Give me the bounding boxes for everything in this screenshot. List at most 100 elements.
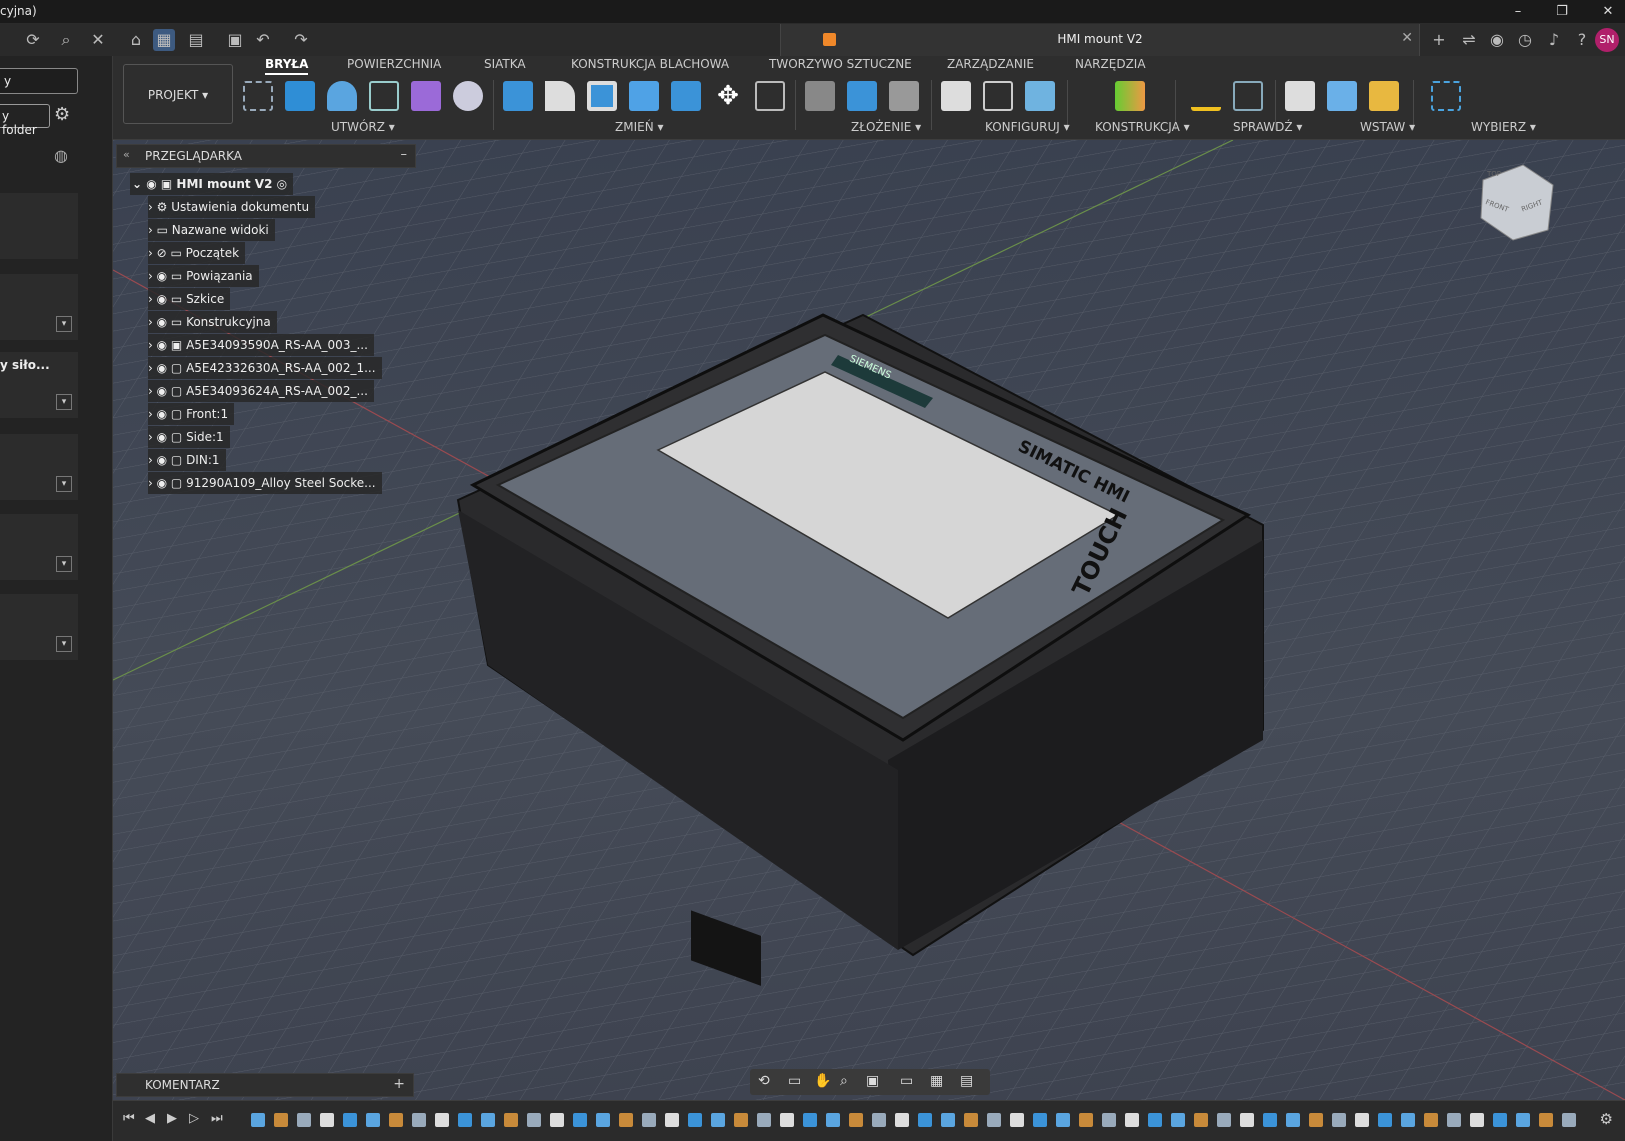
timeline-feature-icon[interactable] — [964, 1113, 978, 1127]
revolve-icon[interactable] — [327, 81, 357, 111]
timeline-back-icon[interactable]: ◀ — [145, 1111, 155, 1126]
timeline-feature-icon[interactable] — [711, 1113, 725, 1127]
timeline-feature-icon[interactable] — [1010, 1113, 1024, 1127]
group-select[interactable]: WYBIERZ ▾ — [1471, 120, 1536, 134]
create-form-icon[interactable] — [411, 81, 441, 111]
timeline-play-icon[interactable]: ▶ — [167, 1111, 177, 1126]
timeline-feature-icon[interactable] — [1079, 1113, 1093, 1127]
timeline-feature-icon[interactable] — [1148, 1113, 1162, 1127]
timeline-feature-icon[interactable] — [1217, 1113, 1231, 1127]
group-assemble[interactable]: ZŁOŻENIE ▾ — [851, 120, 921, 134]
close-icon[interactable]: ✕ — [1598, 2, 1618, 22]
undo-icon[interactable]: ↶ — [252, 29, 274, 51]
bell-icon[interactable]: ♪ — [1543, 29, 1565, 51]
viewcube-top[interactable]: TOP — [1487, 170, 1501, 178]
timeline-feature-icon[interactable] — [1378, 1113, 1392, 1127]
restore-icon[interactable]: ❐ — [1552, 2, 1572, 22]
timeline-feature-icon[interactable] — [941, 1113, 955, 1127]
timeline-feature-icon[interactable] — [320, 1113, 334, 1127]
dropdown-icon[interactable]: ▾ — [56, 394, 72, 410]
measure-icon[interactable] — [1191, 81, 1221, 111]
clock-icon[interactable]: ◷ — [1514, 29, 1536, 51]
new-component-icon[interactable] — [805, 81, 835, 111]
timeline-feature-icon[interactable] — [826, 1113, 840, 1127]
look-at-icon[interactable]: ▭ — [788, 1073, 801, 1089]
close-tab-icon[interactable]: ✕ — [1401, 30, 1413, 46]
timeline-feature-icon[interactable] — [780, 1113, 794, 1127]
timeline-feature-icon[interactable] — [458, 1113, 472, 1127]
group-create[interactable]: UTWÓRZ ▾ — [331, 120, 395, 134]
group-insert[interactable]: WSTAW ▾ — [1360, 120, 1415, 134]
timeline-feature-icon[interactable] — [1171, 1113, 1185, 1127]
browser-item-component[interactable]: › ◉ ▢ DIN:1 — [148, 449, 226, 471]
timeline-feature-icon[interactable] — [251, 1113, 265, 1127]
group-modify[interactable]: ZMIEŃ ▾ — [615, 120, 664, 134]
align-icon[interactable] — [755, 81, 785, 111]
minimize-icon[interactable]: – — [1508, 2, 1528, 22]
group-configure[interactable]: KONFIGURUJ ▾ — [985, 120, 1070, 134]
timeline-feature-icon[interactable] — [1562, 1113, 1576, 1127]
timeline-feature-icon[interactable] — [1470, 1113, 1484, 1127]
timeline-feature-icon[interactable] — [1056, 1113, 1070, 1127]
extrude-icon[interactable] — [285, 81, 315, 111]
timeline-feature-icon[interactable] — [297, 1113, 311, 1127]
move-icon[interactable]: ✥ — [713, 81, 743, 111]
timeline-feature-icon[interactable] — [803, 1113, 817, 1127]
timeline-feature-icon[interactable] — [849, 1113, 863, 1127]
timeline-feature-icon[interactable] — [435, 1113, 449, 1127]
timeline-feature-icon[interactable] — [504, 1113, 518, 1127]
grid-icon[interactable]: ▦ — [153, 29, 175, 51]
project-card[interactable]: ▾ — [0, 274, 78, 340]
browser-root[interactable]: ⌄ ◉ ▣ HMI mount V2 ◎ — [130, 173, 294, 195]
browser-item-component[interactable]: › ◉ ▢ Front:1 — [148, 403, 235, 425]
display-settings-icon[interactable]: ▭ — [900, 1073, 913, 1089]
plus-icon[interactable]: + — [1428, 29, 1450, 51]
tab-surface[interactable]: POWIERZCHNIA — [347, 57, 441, 71]
timeline-feature-icon[interactable] — [642, 1113, 656, 1127]
browser-item-component[interactable]: › ◉ ▢ A5E42332630A_RS-AA_002_1... — [148, 357, 382, 379]
project-button[interactable]: PROJEKT ▾ — [123, 64, 233, 124]
timeline-settings-icon[interactable]: ⚙ — [1600, 1110, 1613, 1128]
browser-item-sketches[interactable]: › ◉ ▭ Szkice — [148, 288, 231, 310]
timeline-feature-icon[interactable] — [412, 1113, 426, 1127]
tab-sheet-metal[interactable]: KONSTRUKCJA BLACHOWA — [571, 57, 729, 71]
dropdown-icon[interactable]: ▾ — [56, 476, 72, 492]
timeline-feature-icon[interactable] — [481, 1113, 495, 1127]
pattern-icon[interactable] — [369, 81, 399, 111]
orbit-icon[interactable]: ⟲ — [758, 1073, 770, 1089]
timeline-feature-icon[interactable] — [527, 1113, 541, 1127]
help-icon[interactable]: ? — [1571, 29, 1593, 51]
parameters-icon[interactable] — [941, 81, 971, 111]
group-inspect[interactable]: SPRAWDŹ ▾ — [1233, 120, 1302, 134]
redo-icon[interactable]: ↷ — [290, 29, 312, 51]
timeline-feature-icon[interactable] — [343, 1113, 357, 1127]
timeline-feature-icon[interactable] — [1033, 1113, 1047, 1127]
timeline-feature-icon[interactable] — [1240, 1113, 1254, 1127]
timeline-feature-icon[interactable] — [757, 1113, 771, 1127]
browser-panel-header[interactable]: « PRZEGLĄDARKA – — [116, 144, 416, 168]
sync-icon[interactable]: ⇌ — [1458, 29, 1480, 51]
viewports-icon[interactable]: ▤ — [960, 1073, 973, 1089]
browser-item-origin[interactable]: › ⊘ ▭ Początek — [148, 242, 246, 264]
home-icon[interactable]: ⌂ — [125, 29, 147, 51]
timeline-feature-icon[interactable] — [1424, 1113, 1438, 1127]
timeline-feature-icon[interactable] — [1355, 1113, 1369, 1127]
shell-icon[interactable] — [587, 81, 617, 111]
insert-derive-icon[interactable] — [1285, 81, 1315, 111]
timeline-feature-icon[interactable] — [987, 1113, 1001, 1127]
grid-settings-icon[interactable]: ▦ — [930, 1073, 943, 1089]
construction-plane-icon[interactable] — [1115, 81, 1145, 111]
timeline-forward-icon[interactable]: ▷ — [189, 1111, 199, 1126]
browser-item-named-views[interactable]: › ▭ Nazwane widoki — [148, 219, 275, 241]
canvas-viewport[interactable]: SIEMENS SIMATIC HMI TOUCH TOP FRONT RIGH… — [113, 140, 1625, 1100]
insert-mesh-icon[interactable] — [1369, 81, 1399, 111]
dropdown-icon[interactable]: ▾ — [56, 316, 72, 332]
timeline-feature-icon[interactable] — [1263, 1113, 1277, 1127]
project-card[interactable]: ▾ — [0, 514, 78, 580]
search-input[interactable]: y — [0, 68, 78, 94]
timeline-feature-icon[interactable] — [1309, 1113, 1323, 1127]
timeline-feature-icon[interactable] — [1194, 1113, 1208, 1127]
fit-icon[interactable]: ▣ — [866, 1073, 879, 1089]
tab-utilities[interactable]: NARZĘDZIA — [1075, 57, 1146, 71]
browser-item-component[interactable]: › ◉ ▢ Side:1 — [148, 426, 230, 448]
